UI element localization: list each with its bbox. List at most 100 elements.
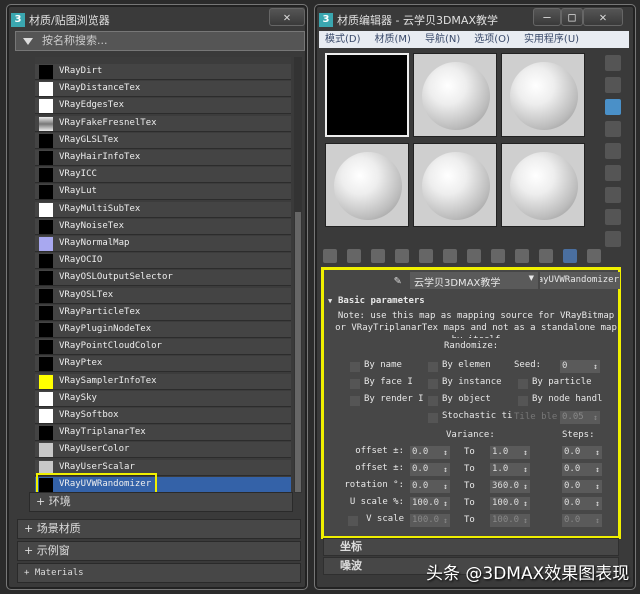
sample-slot[interactable]: [325, 143, 409, 227]
close-button[interactable]: ✕: [269, 8, 305, 26]
collapse-triangle-icon[interactable]: [23, 38, 33, 45]
to-spinner[interactable]: 1.0: [490, 446, 530, 459]
to-spinner[interactable]: 100.0: [490, 514, 530, 527]
checkbox[interactable]: [428, 362, 438, 372]
go-to-parent-icon[interactable]: [563, 249, 577, 263]
menu-utilities[interactable]: 实用程序(U): [524, 31, 579, 48]
map-list-item[interactable]: VRaySky: [35, 390, 291, 407]
group-materials[interactable]: + Materials: [17, 563, 301, 583]
map-list-item[interactable]: VRayOSLOutputSelector: [35, 270, 291, 287]
checkbox[interactable]: [518, 396, 528, 406]
map-list-item[interactable]: VRayPtex: [35, 356, 291, 373]
map-list-item[interactable]: VRayDirt: [35, 64, 291, 80]
select-by-material-icon[interactable]: [605, 209, 621, 225]
menu-options[interactable]: 选项(O): [474, 31, 510, 48]
map-list-item[interactable]: VRayParticleTex: [35, 304, 291, 321]
sample-slot[interactable]: [501, 53, 585, 137]
steps-spinner[interactable]: 0.0: [562, 446, 602, 459]
make-unique-icon[interactable]: [419, 249, 433, 263]
from-spinner[interactable]: 100.0: [410, 497, 450, 510]
menu-mode[interactable]: 模式(D): [325, 31, 361, 48]
go-forward-icon[interactable]: [587, 249, 601, 263]
map-list-item[interactable]: VRayEdgesTex: [35, 98, 291, 115]
seed-spinner[interactable]: 0: [560, 360, 600, 373]
map-list-item[interactable]: VRayTriplanarTex: [35, 425, 291, 442]
steps-spinner[interactable]: 0.0: [562, 463, 602, 476]
scrollbar-thumb[interactable]: [295, 212, 301, 492]
sample-slot[interactable]: [413, 53, 497, 137]
save-icon[interactable]: [467, 249, 481, 263]
backlight-icon[interactable]: [605, 77, 621, 93]
to-spinner[interactable]: 100.0: [490, 497, 530, 510]
sample-slot[interactable]: [501, 143, 585, 227]
put-to-library-icon[interactable]: [443, 249, 457, 263]
map-list-item[interactable]: VRayICC: [35, 167, 291, 184]
checkbox[interactable]: [428, 379, 438, 389]
group-scene-materials[interactable]: + 场景材质: [17, 519, 301, 539]
rollout-basic-parameters[interactable]: Basic parameters: [338, 296, 425, 306]
checkbox[interactable]: [428, 396, 438, 406]
map-list-item[interactable]: VRayMultiSubTex: [35, 201, 291, 218]
map-list-item[interactable]: VRayPointCloudColor: [35, 339, 291, 356]
map-list-item[interactable]: VRayOCIO: [35, 253, 291, 270]
video-check-icon[interactable]: [605, 143, 621, 159]
map-list-item[interactable]: VRayNoiseTex: [35, 218, 291, 235]
map-list-item[interactable]: VRayFakeFresnelTex: [35, 115, 291, 132]
to-spinner[interactable]: 1.0: [490, 463, 530, 476]
get-material-icon[interactable]: [323, 249, 337, 263]
v-scale-checkbox[interactable]: [348, 516, 358, 526]
map-list-item[interactable]: VRayOSLTex: [35, 287, 291, 304]
map-list-item[interactable]: VRayDistanceTex: [35, 81, 291, 98]
checkbox[interactable]: [518, 379, 528, 389]
material-navigator-icon[interactable]: [605, 231, 621, 247]
delete-icon[interactable]: [395, 249, 409, 263]
options-icon[interactable]: [605, 187, 621, 203]
group-sample-slots[interactable]: + 示例窗: [17, 541, 301, 561]
checkbox[interactable]: [350, 379, 360, 389]
maximize-button[interactable]: □: [561, 8, 583, 26]
scrollbar[interactable]: [294, 57, 302, 493]
map-list-item[interactable]: VRayHairInfoTex: [35, 150, 291, 166]
show-map-icon[interactable]: [515, 249, 529, 263]
map-list-item[interactable]: VRaySoftbox: [35, 408, 291, 424]
steps-spinner[interactable]: 0.0: [562, 480, 602, 493]
steps-spinner[interactable]: 0.0: [562, 514, 602, 527]
map-type-button[interactable]: VRayUVWRandomizer: [540, 272, 620, 289]
sample-type-icon[interactable]: [605, 55, 621, 71]
background-icon[interactable]: [605, 99, 621, 115]
material-name-field[interactable]: 云学贝3DMAX教学 ▼: [410, 272, 538, 289]
map-list-item[interactable]: VRayLut: [35, 184, 291, 201]
map-list-item[interactable]: VRaySamplerInfoTex: [35, 373, 291, 390]
sample-slot[interactable]: [413, 143, 497, 227]
from-spinner[interactable]: 0.0: [410, 480, 450, 493]
from-spinner[interactable]: 0.0: [410, 446, 450, 459]
menu-material[interactable]: 材质(M): [375, 31, 411, 48]
uv-tiling-icon[interactable]: [605, 121, 621, 137]
assign-material-icon[interactable]: [371, 249, 385, 263]
menu-navigation[interactable]: 导航(N): [425, 31, 460, 48]
map-list-item[interactable]: VRayNormalMap: [35, 236, 291, 252]
from-spinner[interactable]: 0.0: [410, 463, 450, 476]
rollout-coordinates[interactable]: 坐标: [323, 538, 619, 556]
map-list-item[interactable]: VRayUserColor: [35, 442, 291, 459]
eyedropper-icon[interactable]: ✎: [394, 273, 401, 287]
from-spinner[interactable]: 100.0: [410, 514, 450, 527]
to-spinner[interactable]: 360.0: [490, 480, 530, 493]
close-button[interactable]: ✕: [583, 8, 623, 26]
minimize-button[interactable]: —: [533, 8, 561, 26]
sample-slot[interactable]: [325, 53, 409, 137]
checkbox[interactable]: [428, 413, 438, 423]
make-preview-icon[interactable]: [605, 165, 621, 181]
search-by-name-input[interactable]: 按名称搜索...: [15, 31, 305, 51]
rollout-collapse-icon[interactable]: ▼: [328, 297, 332, 305]
group-environment[interactable]: + 环境: [29, 492, 293, 512]
material-id-icon[interactable]: [491, 249, 505, 263]
put-to-scene-icon[interactable]: [347, 249, 361, 263]
show-end-result-icon[interactable]: [539, 249, 553, 263]
checkbox[interactable]: [350, 396, 360, 406]
map-list-item[interactable]: VRayPluginNodeTex: [35, 322, 291, 338]
checkbox[interactable]: [350, 362, 360, 372]
map-list-item[interactable]: VRayGLSLTex: [35, 132, 291, 149]
steps-spinner[interactable]: 0.0: [562, 497, 602, 510]
tile-blend-spinner[interactable]: 0.05: [560, 411, 600, 424]
